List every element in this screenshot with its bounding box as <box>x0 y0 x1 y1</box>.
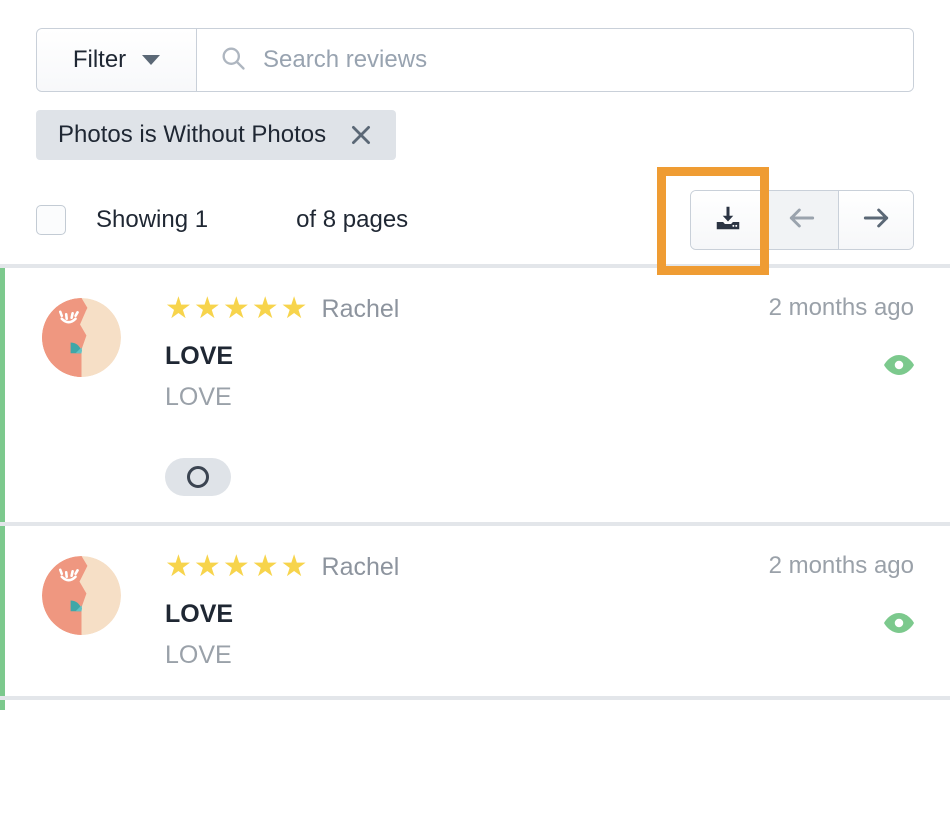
total-pages-label: of 8 pages <box>296 206 409 233</box>
reviews-list: ★ ★ ★ ★ ★ Rachel LOVE LOVE 2 months ago <box>0 264 950 710</box>
star-icon: ★ <box>193 292 221 325</box>
review-content: ★ ★ ★ ★ ★ Rachel LOVE LOVE <box>165 552 724 670</box>
review-item[interactable] <box>0 700 950 710</box>
pagination-bar: Showing 1 of 8 pages <box>36 182 914 258</box>
review-header: ★ ★ ★ ★ ★ Rachel <box>165 294 724 324</box>
review-title: LOVE <box>165 342 234 370</box>
star-icon: ★ <box>280 292 308 325</box>
review-badge[interactable] <box>165 458 231 496</box>
download-button[interactable] <box>691 191 765 249</box>
review-title: LOVE <box>165 600 234 628</box>
filter-button[interactable]: Filter <box>37 29 197 91</box>
eye-icon[interactable] <box>884 612 914 639</box>
download-icon <box>713 203 743 238</box>
chevron-down-icon <box>142 55 161 65</box>
review-body: LOVE <box>165 383 232 411</box>
review-meta: 2 months ago <box>724 552 914 670</box>
review-meta: 2 months ago <box>724 294 914 496</box>
search-input-placeholder: Search reviews <box>263 46 428 73</box>
review-item[interactable]: ★ ★ ★ ★ ★ Rachel LOVE LOVE 2 months ago <box>0 268 950 522</box>
star-icon: ★ <box>165 292 192 325</box>
star-rating: ★ ★ ★ ★ ★ <box>165 552 308 582</box>
previous-page-button[interactable] <box>765 191 839 249</box>
published-accent-bar <box>0 700 5 710</box>
star-icon: ★ <box>165 550 192 583</box>
search-input[interactable]: Search reviews <box>197 29 913 91</box>
pagination-controls <box>690 190 914 250</box>
reviewer-name: Rachel <box>321 294 400 323</box>
arrow-right-icon <box>860 202 892 239</box>
published-accent-bar <box>0 268 5 522</box>
star-icon: ★ <box>251 550 279 583</box>
close-icon[interactable] <box>348 122 374 148</box>
star-icon: ★ <box>222 292 250 325</box>
published-accent-bar <box>0 526 5 696</box>
select-all-checkbox[interactable] <box>36 205 66 235</box>
star-icon: ★ <box>222 550 250 583</box>
review-header: ★ ★ ★ ★ ★ Rachel <box>165 552 724 582</box>
star-icon: ★ <box>280 550 308 583</box>
review-content: ★ ★ ★ ★ ★ Rachel LOVE LOVE <box>165 294 724 496</box>
review-timestamp: 2 months ago <box>768 552 914 579</box>
filter-chip-label: Photos is Without Photos <box>58 121 327 148</box>
showing-count-label: Showing 1 <box>96 206 209 233</box>
review-item[interactable]: ★ ★ ★ ★ ★ Rachel LOVE LOVE 2 months ago <box>0 526 950 696</box>
filter-chip-photos[interactable]: Photos is Without Photos <box>36 110 397 160</box>
avatar <box>42 556 121 635</box>
filter-search-bar: Filter Search reviews <box>36 28 914 92</box>
star-icon: ★ <box>193 550 221 583</box>
review-timestamp: 2 months ago <box>768 294 914 321</box>
filter-button-label: Filter <box>72 46 127 73</box>
reviewer-name: Rachel <box>321 552 400 581</box>
next-page-button[interactable] <box>839 191 913 249</box>
search-icon <box>219 44 247 77</box>
star-rating: ★ ★ ★ ★ ★ <box>165 294 308 324</box>
active-filters: Photos is Without Photos <box>36 110 914 160</box>
review-body: LOVE <box>165 641 232 669</box>
reviews-toolbar: Filter Search reviews Photos is Without … <box>0 0 950 258</box>
arrow-left-icon <box>786 202 818 239</box>
eye-icon[interactable] <box>884 354 914 381</box>
circle-ring-icon <box>187 466 209 488</box>
star-icon: ★ <box>251 292 279 325</box>
avatar <box>42 298 121 377</box>
